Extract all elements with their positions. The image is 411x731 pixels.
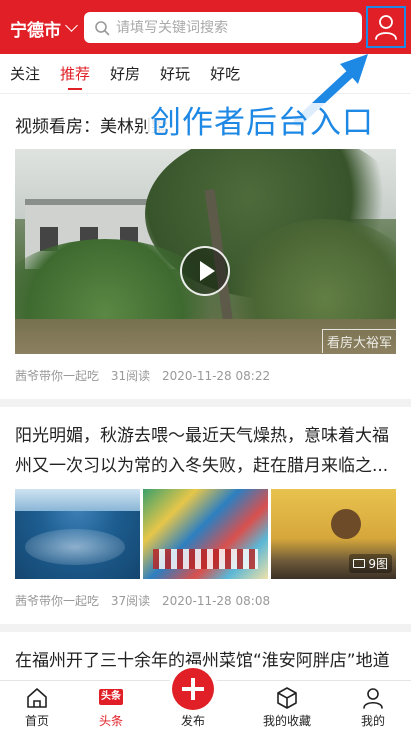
nav-toutiao-label: 头条: [98, 714, 123, 728]
image-thumbnails: 9图: [15, 489, 396, 579]
user-icon: [375, 15, 397, 40]
city-selector[interactable]: 宁德市: [10, 16, 78, 41]
divider: [0, 399, 411, 407]
tab-good-fun[interactable]: 好玩: [160, 54, 190, 94]
city-label: 宁德市: [10, 21, 61, 41]
publish-time: 2020-11-28 08:08: [161, 594, 271, 608]
nav-mine-label: 我的: [360, 714, 385, 728]
feed-item-video[interactable]: 视频看房：美林别墅 看房大裕军 茜爷带你一起吃 31阅读 2020-11-28 …: [0, 115, 411, 385]
creator-entry-button[interactable]: [366, 6, 406, 48]
bottom-nav: 首页 头条 头条 发布 我的收藏 我的: [0, 668, 411, 731]
chevron-down-icon: [65, 19, 78, 32]
feed-item-gallery[interactable]: 阳光明媚，秋游去喂～最近天气燥热，意味着大福州又一次习以为常的入冬失败，赶在腊月…: [0, 421, 411, 610]
category-tabs: 关注 推荐 好房 好玩 好吃: [0, 54, 411, 94]
image-icon: [353, 559, 366, 568]
thumbnail-image[interactable]: 9图: [271, 489, 396, 579]
nav-favorites[interactable]: 我的收藏: [252, 681, 322, 731]
nav-mine[interactable]: 我的: [338, 681, 408, 731]
nav-home[interactable]: 首页: [2, 681, 72, 731]
annotation-label: 创作者后台入口: [148, 103, 376, 143]
plus-icon: [182, 678, 204, 700]
thumbnail-image[interactable]: [15, 489, 140, 579]
tab-follow[interactable]: 关注: [10, 54, 40, 94]
search-input[interactable]: [116, 19, 346, 36]
home-icon: [27, 688, 47, 708]
app-root: 宁德市 关注 推荐 好房 好玩 好吃 视频看房：美林别墅: [0, 0, 411, 731]
read-count: 31阅读: [110, 369, 151, 383]
play-icon: [200, 261, 215, 281]
nav-home-label: 首页: [24, 714, 49, 728]
news-feed[interactable]: 视频看房：美林别墅 看房大裕军 茜爷带你一起吃 31阅读 2020-11-28 …: [0, 95, 411, 680]
author-name[interactable]: 茜爷带你一起吃: [15, 369, 99, 383]
tab-recommend[interactable]: 推荐: [60, 54, 90, 94]
box-icon: [277, 687, 297, 709]
nav-toutiao[interactable]: 头条 头条: [76, 681, 146, 731]
publish-time: 2020-11-28 08:22: [161, 369, 271, 383]
user-icon: [363, 688, 383, 709]
nav-publish-label: 发布: [180, 714, 205, 728]
nav-publish[interactable]: 发布: [158, 668, 228, 731]
toutiao-icon: 头条: [99, 689, 123, 705]
top-header: 宁德市: [0, 0, 411, 54]
publish-button[interactable]: [172, 668, 214, 710]
read-count: 37阅读: [110, 594, 151, 608]
tab-good-house[interactable]: 好房: [110, 54, 140, 94]
search-icon: [95, 20, 110, 35]
image-count: 9图: [368, 557, 388, 571]
video-thumbnail[interactable]: 看房大裕军: [15, 149, 396, 354]
article-title[interactable]: 阳光明媚，秋游去喂～最近天气燥热，意味着大福州又一次习以为常的入冬失败，赶在腊月…: [15, 421, 396, 481]
search-bar[interactable]: [84, 12, 362, 43]
article-meta: 茜爷带你一起吃 37阅读 2020-11-28 08:08: [15, 592, 396, 610]
thumbnail-image[interactable]: [143, 489, 268, 579]
article-meta: 茜爷带你一起吃 31阅读 2020-11-28 08:22: [15, 367, 396, 385]
video-watermark: 看房大裕军: [321, 329, 396, 353]
nav-favorites-label: 我的收藏: [262, 714, 311, 728]
author-name[interactable]: 茜爷带你一起吃: [15, 594, 99, 608]
tab-good-food[interactable]: 好吃: [210, 54, 240, 94]
divider: [0, 624, 411, 632]
image-count-badge: 9图: [349, 554, 392, 573]
play-button[interactable]: [180, 246, 230, 296]
